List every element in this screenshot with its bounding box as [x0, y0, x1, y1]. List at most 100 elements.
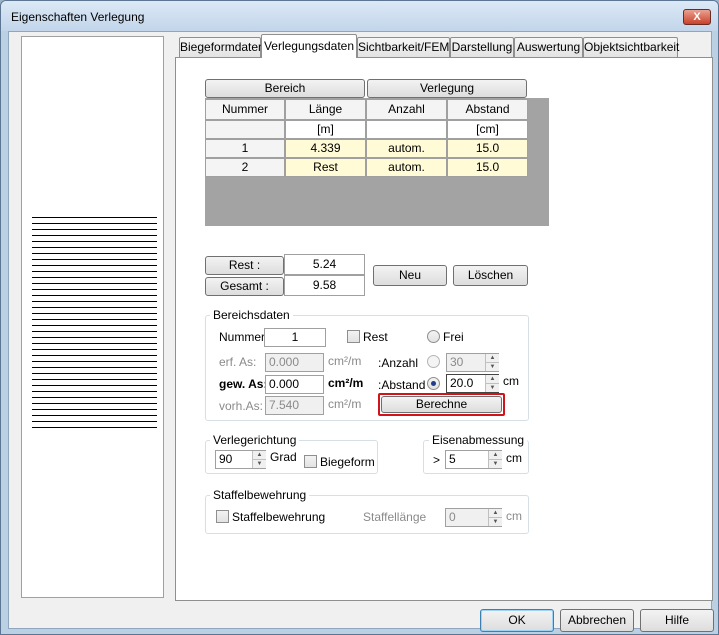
preview-hatch-line [32, 355, 157, 356]
spin-down-icon[interactable]: ▼ [486, 384, 499, 393]
staffellaenge-unit: cm [506, 509, 522, 523]
vorh-as-label: vorh.As: [219, 399, 264, 413]
eisenabmessung-unit: cm [506, 451, 522, 465]
spin-down-icon: ▼ [492, 518, 499, 525]
abstand-radio[interactable] [427, 377, 440, 390]
rest-checkbox-label: Rest [363, 330, 388, 344]
tab-panel-verlegungsdaten: Bereich Verlegung Nummer Länge Anzahl Ab… [175, 57, 713, 601]
verlegerichtung-spinner[interactable]: ▲ ▼ [252, 451, 266, 468]
preview-hatch-line [32, 265, 157, 266]
spin-down-icon[interactable]: ▼ [253, 460, 266, 469]
erf-as-input: 0.000 [265, 353, 324, 372]
close-button[interactable]: X [683, 9, 711, 25]
title-bar[interactable]: Eigenschaften Verlegung X [1, 1, 718, 31]
preview-hatch-line [32, 349, 157, 350]
tab-auswertung[interactable]: Auswertung [514, 37, 583, 57]
spin-up-icon[interactable]: ▲ [489, 451, 502, 460]
window-title: Eigenschaften Verlegung [11, 10, 145, 24]
spin-down-icon[interactable]: ▼ [489, 460, 502, 469]
abbrechen-button[interactable]: Abbrechen [560, 609, 634, 632]
verlegerichtung-unit: Grad [270, 450, 297, 464]
table-cell-nummer[interactable]: 1 [205, 139, 285, 158]
preview-hatch-line [32, 361, 157, 362]
spin-down-icon: ▼ [489, 363, 496, 370]
nummer-label: Nummer: [219, 330, 269, 344]
neu-button[interactable]: Neu [373, 265, 447, 286]
column-header-abstand[interactable]: Abstand [447, 99, 528, 120]
frei-radio[interactable] [427, 330, 440, 343]
biegeform-checkbox[interactable] [304, 455, 317, 468]
eisenabmessung-prefix: > [433, 453, 441, 467]
verlegung-header-button[interactable]: Verlegung [367, 79, 527, 98]
staffelbewehrung-checkbox[interactable] [216, 510, 229, 523]
preview-hatch-line [32, 241, 157, 242]
rest-checkbox[interactable] [347, 330, 360, 343]
tab-objektsichtbarkeit[interactable]: Objektsichtbarkeit [583, 37, 679, 57]
vorh-as-input: 7.540 [265, 396, 324, 415]
preview-hatch-line [32, 421, 157, 422]
tab-darstellung[interactable]: Darstellung [450, 37, 514, 57]
gesamt-button[interactable]: Gesamt : [205, 277, 284, 296]
anzahl-spinner: ▲ ▼ [485, 354, 499, 371]
unit-cell-laenge: [m] [285, 120, 366, 139]
hilfe-button[interactable]: Hilfe [640, 609, 714, 632]
bereich-header-button[interactable]: Bereich [205, 79, 365, 98]
table-cell-nummer[interactable]: 2 [205, 158, 285, 177]
staffellaenge-label: Staffellänge [363, 510, 427, 524]
tab-verlegungsdaten[interactable]: Verlegungsdaten [261, 34, 357, 58]
preview-hatch-line [32, 277, 157, 278]
preview-hatch-line [32, 223, 157, 224]
column-header-anzahl[interactable]: Anzahl [366, 99, 447, 120]
spin-up-icon: ▲ [486, 354, 499, 363]
eisenabmessung-spinner[interactable]: ▲ ▼ [488, 451, 502, 468]
anzahl-label: :Anzahl [378, 356, 419, 370]
erf-as-label: erf. As: [219, 355, 257, 369]
abstand-spinner[interactable]: ▲ ▼ [485, 375, 499, 392]
tab-biegeformdaten[interactable]: Biegeformdaten [179, 37, 265, 57]
preview-hatch-line [32, 289, 157, 290]
preview-hatch-line [32, 295, 157, 296]
verlegerichtung-title: Verlegerichtung [210, 433, 300, 447]
table-cell-laenge[interactable]: Rest [285, 158, 366, 177]
table-cell-abstand[interactable]: 15.0 [447, 158, 528, 177]
preview-hatch-line [32, 301, 157, 302]
berechne-button[interactable]: Berechne [381, 396, 502, 413]
preview-hatch-line [32, 409, 157, 410]
table-cell-laenge[interactable]: 4.339 [285, 139, 366, 158]
anzahl-radio[interactable] [427, 355, 440, 368]
tab-sichtbarkeit-fem[interactable]: Sichtbarkeit/FEM [357, 37, 450, 57]
spin-up-icon[interactable]: ▲ [253, 451, 266, 460]
rest-button[interactable]: Rest : [205, 256, 284, 275]
preview-hatch-line [32, 415, 157, 416]
table-body: 1 4.339 autom. 15.0 2 Rest autom. 15.0 [205, 139, 528, 177]
loeschen-button[interactable]: Löschen [453, 265, 528, 286]
spin-up-icon: ▲ [489, 509, 502, 518]
ok-button[interactable]: OK [480, 609, 554, 632]
staffellaenge-spinner: ▲ ▼ [488, 509, 502, 526]
column-header-nummer[interactable]: Nummer [205, 99, 285, 120]
spin-up-icon[interactable]: ▲ [486, 375, 499, 384]
unit-cell-anzahl [366, 120, 447, 139]
frei-radio-label: Frei [443, 330, 464, 344]
table-cell-abstand[interactable]: 15.0 [447, 139, 528, 158]
unit-cell-abstand: [cm] [447, 120, 528, 139]
preview-hatch-line [32, 391, 157, 392]
preview-hatch-line [32, 307, 157, 308]
unit-cell-nummer [205, 120, 285, 139]
table-cell-anzahl[interactable]: autom. [366, 139, 447, 158]
column-header-laenge[interactable]: Länge [285, 99, 366, 120]
table-cell-anzahl[interactable]: autom. [366, 158, 447, 177]
eisenabmessung-title: Eisenabmessung [429, 433, 528, 447]
vorh-as-unit: cm²/m [328, 397, 362, 411]
preview-hatch-line [32, 253, 157, 254]
preview-hatch-line [32, 367, 157, 368]
preview-hatch-line [32, 397, 157, 398]
preview-hatch-line [32, 373, 157, 374]
preview-hatch-line [32, 379, 157, 380]
gew-as-input[interactable]: 0.000 [265, 375, 324, 394]
staffelbewehrung-title: Staffelbewehrung [210, 488, 310, 502]
nummer-input[interactable]: 1 [264, 328, 326, 347]
preview-hatch-line [32, 229, 157, 230]
preview-hatch-line [32, 325, 157, 326]
gew-as-unit: cm²/m [328, 376, 364, 390]
